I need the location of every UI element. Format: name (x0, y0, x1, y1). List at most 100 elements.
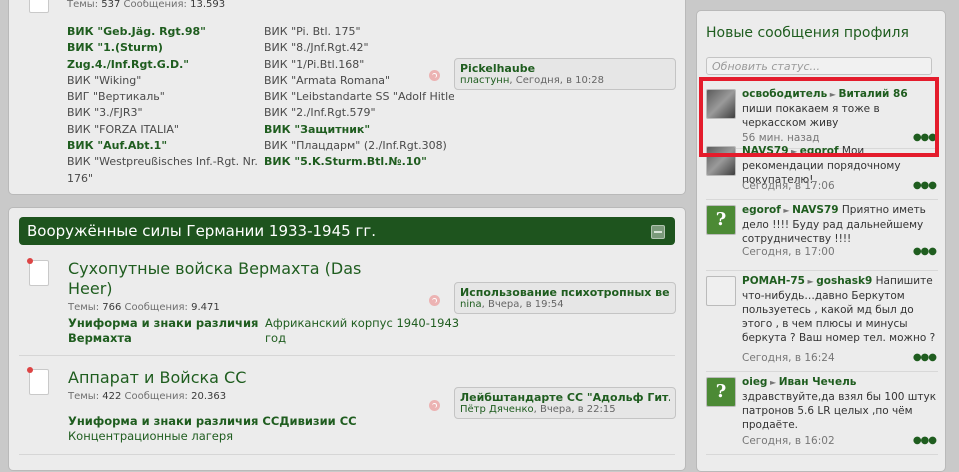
divider (19, 355, 675, 356)
subforum-link[interactable]: Униформа и знаки различия Вермахта (68, 316, 258, 346)
divider (706, 371, 938, 372)
forum-title-line[interactable]: Heer) (68, 279, 361, 299)
more-options-icon[interactable]: ●●● (913, 352, 937, 363)
subforum-link[interactable]: ВИК "FORZA ITALIA" (67, 122, 258, 138)
topics-count: 537 (101, 0, 121, 10)
topics-count: 422 (102, 391, 122, 402)
arrow-icon: ► (804, 277, 817, 286)
subforum-link-line[interactable]: Вермахта (68, 331, 258, 346)
subforum-link-line[interactable]: Униформа и знаки различия (68, 316, 258, 331)
message-text: egorof ► NAVS79 Приятно иметь дело !!!! … (742, 203, 940, 246)
sender-link[interactable]: oieg (742, 376, 767, 388)
collapse-icon[interactable] (651, 225, 665, 239)
avatar[interactable] (706, 276, 736, 306)
forum-icon (29, 0, 49, 13)
category-header[interactable]: Вооружённые силы Германии 1933-1945 гг. (19, 217, 675, 245)
category-block: Вооружённые силы Германии 1933-1945 гг. … (8, 207, 686, 471)
recipient-link[interactable]: NAVS79 (792, 204, 839, 216)
recipient-link[interactable]: goshask9 (816, 275, 872, 287)
forum-title-line[interactable]: Аппарат и Войска СС (68, 368, 246, 388)
subforum-link[interactable]: ВИК "1/Pi.Btl.168" (264, 57, 454, 73)
subforum-link[interactable]: ВИК "3./FJR3" (67, 105, 258, 121)
subforum-link[interactable]: 176" (67, 171, 258, 187)
subforum-link-line[interactable]: Африканский корпус 1940-1943 (265, 316, 459, 331)
subforum-link[interactable]: ВИК "Wiking" (67, 73, 258, 89)
rss-icon[interactable] (429, 295, 440, 306)
new-posts-icon (27, 258, 33, 264)
subforum-link[interactable]: ВИК "2./Inf.Rgt.579" (264, 105, 454, 121)
sender-link[interactable]: egorof (742, 204, 781, 216)
subforum-link[interactable]: Zug.4./Inf.Rgt.G.D." (67, 57, 258, 73)
subforum-link[interactable]: ВИК "Плацдарм" (2./Inf.Rgt.308) (264, 138, 454, 154)
category-title[interactable]: Вооружённые силы Германии 1933-1945 гг. (27, 222, 376, 240)
subforum-link[interactable]: ВИК "Pi. Btl. 175" (264, 24, 454, 40)
forum-stats: Темы: 422 Сообщения: 20.363 (68, 391, 226, 402)
message-content: здравствуйте,да взял бы 100 штук патроно… (742, 391, 937, 431)
last-post-title[interactable]: Pickelhaube (460, 62, 670, 75)
avatar[interactable]: ? (706, 377, 736, 407)
last-post-title[interactable]: Лейбштандарте СС "Адольф Гитл... (460, 391, 670, 404)
forum-title[interactable]: Сухопутные войска Вермахта (Das Heer) (68, 259, 361, 299)
sender-link[interactable]: РОМАН-75 (742, 275, 805, 287)
topics-count: 766 (102, 302, 122, 313)
divider (706, 454, 938, 455)
more-options-icon[interactable]: ●●● (913, 246, 937, 257)
avatar[interactable]: ? (706, 205, 736, 235)
subforum-list-col2: ВИК "Pi. Btl. 175" ВИК "8./Jnf.Rgt.42" ВИК… (264, 24, 454, 171)
last-post-box[interactable]: Использование психотропных ве... nina, В… (454, 282, 676, 314)
last-post-time: Вчера, в 19:54 (487, 299, 564, 310)
subforum-link[interactable]: ВИК "Westpreußisches Inf.-Rgt. Nr. (67, 154, 258, 170)
forum-block-top: Темы: 537 Сообщения: 13.593 ВИК "Geb.Jäg… (8, 0, 686, 195)
subforum-list-col1: ВИК "Geb.Jäg. Rgt.98" ВИК "1.(Sturm) Zug.4… (67, 24, 258, 187)
more-options-icon[interactable]: ●●● (913, 180, 937, 191)
sidebar-title: Новые сообщения профиля (706, 25, 909, 41)
last-post-user[interactable]: nina (460, 299, 482, 310)
last-post-box[interactable]: Pickelhaube пластунн, Сегодня, в 10:28 (454, 58, 676, 90)
last-post-box[interactable]: Лейбштандарте СС "Адольф Гитл... Пётр Дя… (454, 387, 676, 419)
stats-label: Сообщения: (123, 0, 187, 10)
subforum-link[interactable]: ВИК "Защитник" (264, 122, 454, 138)
forum-icon (27, 367, 49, 395)
messages-count: 9.471 (191, 302, 220, 313)
more-options-icon[interactable]: ●●● (913, 435, 937, 446)
message-time: Сегодня, в 16:02 (742, 435, 835, 447)
messages-count: 20.363 (191, 391, 227, 402)
subforum-link[interactable]: ВИК "1.(Sturm) (67, 40, 258, 56)
message-text: РОМАН-75 ► goshask9 Напишите что-нибудь…… (742, 274, 940, 345)
subforum-link[interactable]: ВИГ "Вертикаль" (67, 89, 258, 105)
last-post-time: Вчера, в 22:15 (539, 404, 616, 415)
subforum-link[interactable]: Дивизии СС (279, 414, 356, 428)
last-post-title[interactable]: Использование психотропных ве... (460, 286, 670, 299)
last-post-user[interactable]: пластунн (460, 75, 509, 86)
subforum-link[interactable]: ВИК "Geb.Jäg. Rgt.98" (67, 24, 258, 40)
divider (706, 199, 938, 200)
subforum-list: Униформа и знаки различия ССДивизии СС К… (68, 414, 357, 444)
stats-label: Сообщения: (124, 391, 188, 402)
forum-title[interactable]: Аппарат и Войска СС (68, 368, 246, 388)
last-post-user[interactable]: Пётр Дяченко (460, 404, 534, 415)
messages-count: 13.593 (190, 0, 226, 10)
subforum-link[interactable]: ВИК "5.K.Sturm.Btl.№.10" (264, 154, 454, 170)
message-text: oieg ► Иван Чечель здравствуйте,да взял … (742, 375, 940, 432)
status-input[interactable]: Обновить статус... (706, 57, 932, 75)
subforum-link[interactable]: ВИК "8./Jnf.Rgt.42" (264, 40, 454, 56)
arrow-icon: ► (780, 206, 793, 215)
forum-stats: Темы: 766 Сообщения: 9.471 (68, 302, 220, 313)
subforum-link[interactable]: ВИК "Leibstandarte SS "Adolf Hitler" (264, 89, 454, 105)
subforum-link[interactable]: Концентрационные лагеря (68, 429, 357, 444)
forum-icon (27, 258, 49, 286)
subforum-link[interactable]: ВИК "Armata Romana" (264, 73, 454, 89)
subforum-link[interactable]: ВИК "Auf.Abt.1" (67, 138, 258, 154)
subforum-link[interactable]: Африканский корпус 1940-1943 год (265, 316, 459, 346)
subforum-link-line[interactable]: год (265, 331, 459, 346)
forum-title-line[interactable]: Сухопутные войска Вермахта (Das (68, 259, 361, 279)
last-post-time: Сегодня, в 10:28 (515, 75, 604, 86)
rss-icon[interactable] (429, 70, 440, 81)
arrow-icon: ► (767, 378, 779, 387)
stats-label: Темы: (67, 0, 99, 10)
subforum-link[interactable]: Униформа и знаки различия СС (68, 414, 279, 428)
forum-stats: Темы: 537 Сообщения: 13.593 (67, 0, 225, 10)
rss-icon[interactable] (429, 400, 440, 411)
divider (706, 270, 938, 271)
recipient-link[interactable]: Иван Чечель (779, 376, 857, 388)
